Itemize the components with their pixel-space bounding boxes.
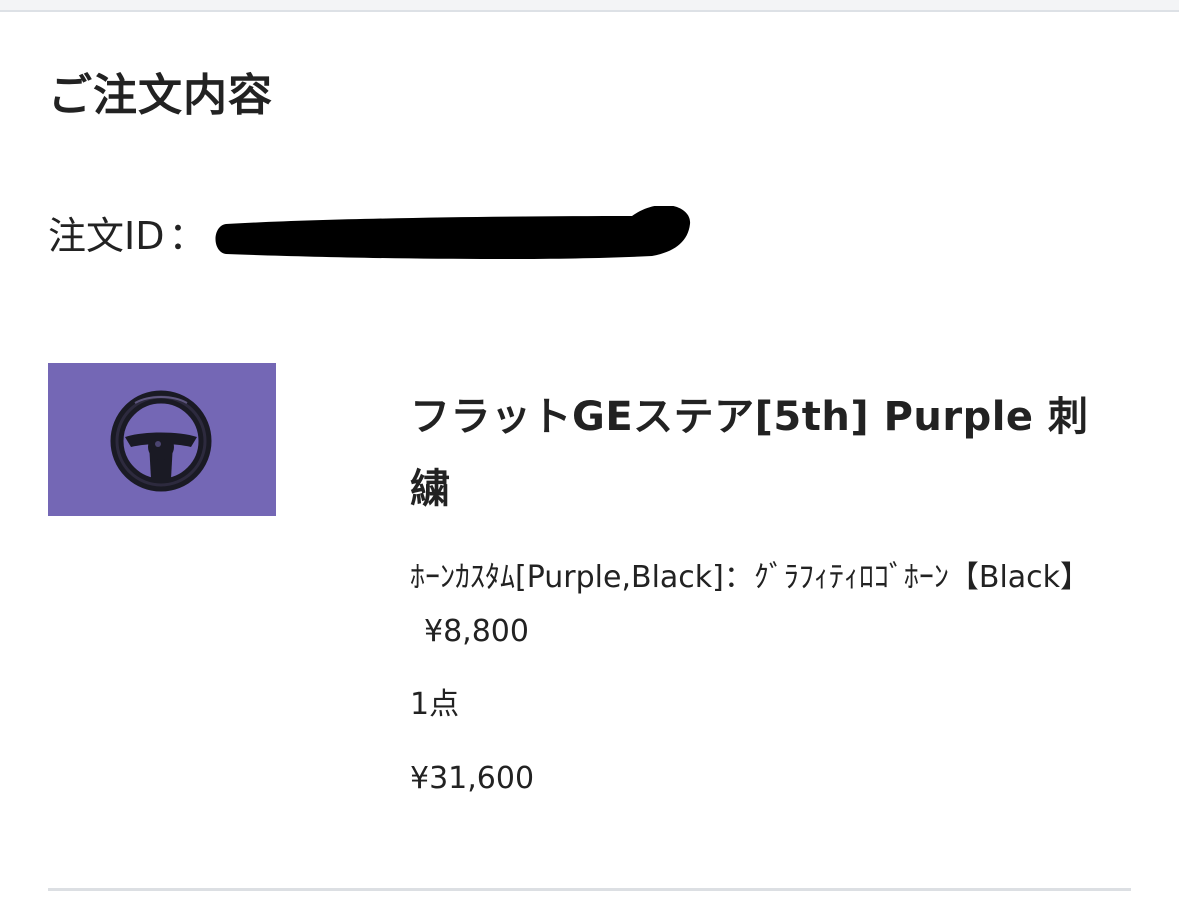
order-id-value-redacted [212,206,694,266]
steering-wheel-icon [110,390,212,492]
product-option-price: ¥8,800 [424,614,529,649]
product-name-link[interactable]: フラットGEステア[5th] Purple 刺繍 [410,381,1110,525]
product-total-price: ¥31,600 [410,761,535,796]
order-id-label: 注文ID [48,214,165,258]
order-item: フラットGEステア[5th] Purple 刺繍 ﾎｰﾝｶｽﾀﾑ[Purple,… [48,363,1131,833]
product-quantity: 1点 [410,687,460,722]
top-divider [0,0,1179,12]
order-id-separator: ： [168,214,207,258]
product-info: フラットGEステア[5th] Purple 刺繍 ﾎｰﾝｶｽﾀﾑ[Purple,… [410,381,1110,801]
product-thumbnail[interactable] [48,363,276,516]
order-id-row: 注文ID ： [48,206,694,266]
bottom-divider [48,888,1131,891]
product-option-text: ﾎｰﾝｶｽﾀﾑ[Purple,Black]：ｸﾞﾗﾌｨﾃｨﾛｺﾞﾎｰﾝ【Blac… [410,560,1091,595]
product-option: ﾎｰﾝｶｽﾀﾑ[Purple,Black]：ｸﾞﾗﾌｨﾃｨﾛｺﾞﾎｰﾝ【Blac… [410,551,1110,659]
redaction-mark [215,206,691,260]
section-title: ご注文内容 [48,70,273,121]
